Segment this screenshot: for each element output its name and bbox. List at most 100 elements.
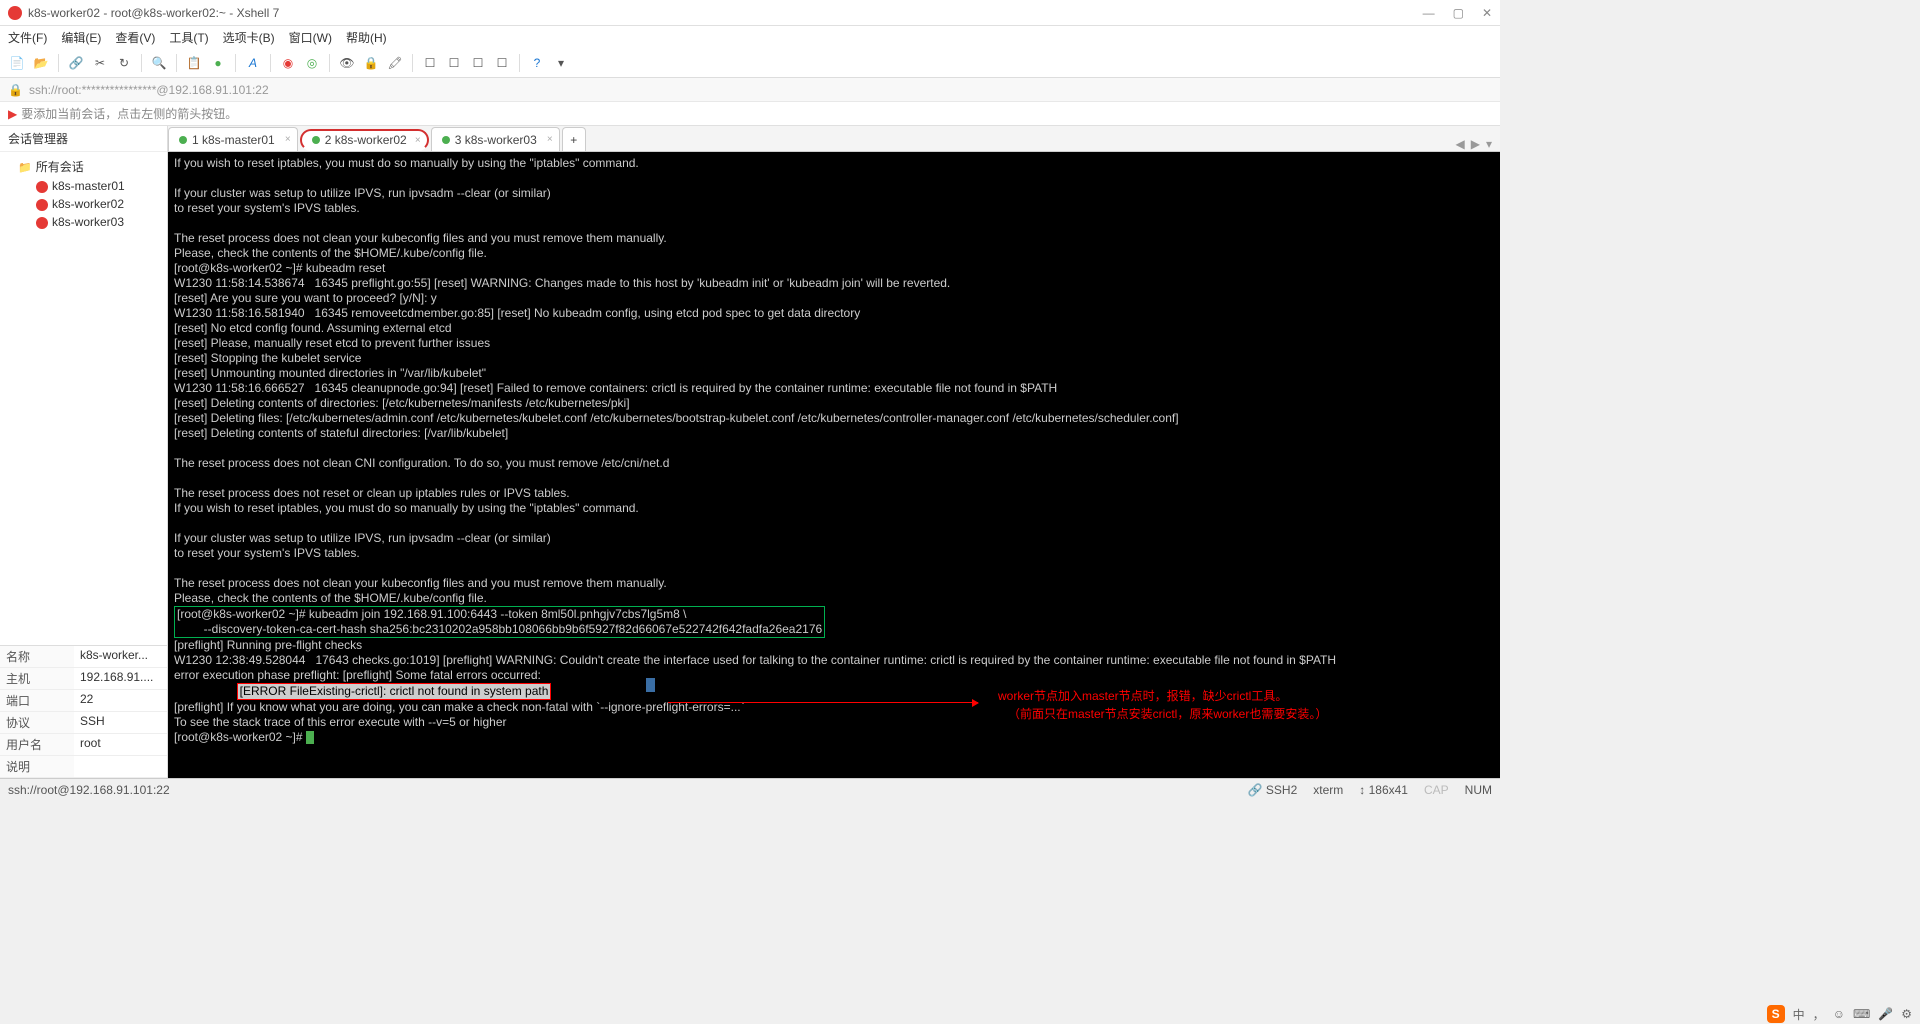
- prop-host-label: 主机: [0, 668, 74, 689]
- session-tree: 所有会话 k8s-master01 k8s-worker02 k8s-worke…: [0, 152, 167, 645]
- menu-tools[interactable]: 工具(T): [169, 29, 208, 46]
- status-size: ↕ 186x41: [1359, 783, 1408, 797]
- minimize-button[interactable]: —: [1423, 6, 1435, 20]
- ime-emoji-icon[interactable]: ☺: [1833, 1007, 1845, 1021]
- status-address: ssh://root@192.168.91.101:22: [8, 783, 170, 797]
- close-icon[interactable]: ×: [285, 134, 291, 145]
- annotation-arrow: [668, 702, 978, 703]
- tab-worker02[interactable]: 2 k8s-worker02×: [300, 129, 429, 151]
- selection-icon: [646, 678, 655, 692]
- ime-settings-icon[interactable]: ⚙: [1901, 1007, 1912, 1021]
- tree-root[interactable]: 所有会话: [0, 156, 167, 177]
- statusbar: ssh://root@192.168.91.101:22 🔗 SSH2 xter…: [0, 778, 1500, 800]
- host-icon: [36, 181, 48, 193]
- stop-icon[interactable]: ◎: [303, 54, 321, 72]
- tab-worker03[interactable]: 3 k8s-worker03×: [431, 127, 560, 151]
- prop-name-value: k8s-worker...: [74, 646, 167, 667]
- tab-master01[interactable]: 1 k8s-master01×: [168, 127, 298, 151]
- status-caps: CAP: [1424, 783, 1449, 797]
- ime-punct-icon[interactable]: ，: [1813, 1006, 1825, 1023]
- prop-user-value: root: [74, 734, 167, 755]
- address-text: ssh://root:****************@192.168.91.1…: [29, 83, 269, 97]
- menubar: 文件(F) 编辑(E) 查看(V) 工具(T) 选项卡(B) 窗口(W) 帮助(…: [0, 26, 1500, 48]
- tab-list-icon[interactable]: ▾: [1486, 137, 1492, 151]
- record-icon[interactable]: ◉: [279, 54, 297, 72]
- tab-bar: 1 k8s-master01× 2 k8s-worker02× 3 k8s-wo…: [168, 126, 1500, 152]
- copy-icon[interactable]: 📋: [185, 54, 203, 72]
- ime-mic-icon[interactable]: 🎤: [1878, 1007, 1893, 1021]
- prop-port-value: 22: [74, 690, 167, 711]
- prop-name-label: 名称: [0, 646, 74, 667]
- properties-panel: 名称k8s-worker... 主机192.168.91.... 端口22 协议…: [0, 645, 167, 778]
- error-box: [ERROR FileExisting-crictl]: crictl not …: [237, 683, 552, 700]
- status-ssh: 🔗 SSH2: [1248, 783, 1298, 797]
- flag-icon: ▶: [8, 107, 17, 121]
- reconnect-icon[interactable]: ↻: [115, 54, 133, 72]
- status-dot-icon: [442, 136, 450, 144]
- prop-desc-value: [74, 756, 167, 777]
- terminal[interactable]: If you wish to reset iptables, you must …: [168, 152, 1500, 778]
- dropdown-icon[interactable]: ▾: [552, 54, 570, 72]
- terminal-output: [preflight] If you know what you are doi…: [174, 700, 745, 744]
- status-term: xterm: [1313, 783, 1343, 797]
- lock-icon[interactable]: 🔒: [362, 54, 380, 72]
- menu-view[interactable]: 查看(V): [115, 29, 155, 46]
- close-icon[interactable]: ×: [547, 134, 553, 145]
- addressbar[interactable]: 🔒 ssh://root:****************@192.168.91…: [0, 78, 1500, 102]
- menu-window[interactable]: 窗口(W): [289, 29, 332, 46]
- menu-help[interactable]: 帮助(H): [346, 29, 387, 46]
- join-command-box: [root@k8s-worker02 ~]# kubeadm join 192.…: [174, 606, 825, 638]
- maximize-button[interactable]: ▢: [1453, 6, 1464, 20]
- ime-bar: S 中 ， ☺ ⌨ 🎤 ⚙: [1759, 1004, 1920, 1024]
- padlock-icon: 🔒: [8, 83, 23, 97]
- host-icon: [36, 217, 48, 229]
- layout2-icon[interactable]: ☐: [445, 54, 463, 72]
- prop-port-label: 端口: [0, 690, 74, 711]
- annotation-text: （前面只在master节点安装crictl，原来worker也需要安装。）: [1008, 706, 1327, 722]
- window-title: k8s-worker02 - root@k8s-worker02:~ - Xsh…: [28, 6, 1423, 20]
- tree-item-master01[interactable]: k8s-master01: [0, 177, 167, 195]
- layout3-icon[interactable]: ☐: [469, 54, 487, 72]
- ime-keyboard-icon[interactable]: ⌨: [1853, 1007, 1870, 1021]
- status-dot-icon: [312, 136, 320, 144]
- font-icon[interactable]: A: [244, 54, 262, 72]
- tab-prev-icon[interactable]: ◀: [1456, 137, 1465, 151]
- close-button[interactable]: ✕: [1482, 6, 1492, 20]
- sogou-ime-icon[interactable]: S: [1767, 1005, 1785, 1023]
- new-session-icon[interactable]: 📄: [8, 54, 26, 72]
- tab-next-icon[interactable]: ▶: [1471, 137, 1480, 151]
- disconnect-icon[interactable]: ✂: [91, 54, 109, 72]
- search-icon[interactable]: 🔍: [150, 54, 168, 72]
- menu-file[interactable]: 文件(F): [8, 29, 47, 46]
- app-logo-icon: [8, 6, 22, 20]
- status-num: NUM: [1465, 783, 1492, 797]
- new-tab-button[interactable]: +: [562, 127, 586, 151]
- help-icon[interactable]: ?: [528, 54, 546, 72]
- connect-icon[interactable]: 🔗: [67, 54, 85, 72]
- menu-edit[interactable]: 编辑(E): [61, 29, 101, 46]
- prop-proto-value: SSH: [74, 712, 167, 733]
- hint-text: 要添加当前会话，点击左侧的箭头按钮。: [21, 105, 237, 122]
- cursor-icon: [306, 731, 314, 744]
- ime-lang[interactable]: 中: [1793, 1006, 1805, 1023]
- find-icon[interactable]: 👁: [338, 54, 356, 72]
- tree-item-worker03[interactable]: k8s-worker03: [0, 213, 167, 231]
- prop-host-value: 192.168.91....: [74, 668, 167, 689]
- terminal-output: If you wish to reset iptables, you must …: [174, 156, 1179, 605]
- prop-proto-label: 协议: [0, 712, 74, 733]
- host-icon: [36, 199, 48, 211]
- prop-desc-label: 说明: [0, 756, 74, 777]
- toolbar: 📄 📂 🔗 ✂ ↻ 🔍 📋 ● A ◉ ◎ 👁 🔒 🖍 ☐ ☐ ☐ ☐ ? ▾: [0, 48, 1500, 78]
- paste-icon[interactable]: ●: [209, 54, 227, 72]
- open-icon[interactable]: 📂: [32, 54, 50, 72]
- close-icon[interactable]: ×: [415, 135, 421, 146]
- layout4-icon[interactable]: ☐: [493, 54, 511, 72]
- sidebar-title: 会话管理器: [0, 126, 167, 152]
- highlight-icon[interactable]: 🖍: [386, 54, 404, 72]
- menu-tab[interactable]: 选项卡(B): [223, 29, 275, 46]
- layout1-icon[interactable]: ☐: [421, 54, 439, 72]
- tree-item-worker02[interactable]: k8s-worker02: [0, 195, 167, 213]
- terminal-output: [preflight] Running pre-flight checks W1…: [174, 638, 1336, 682]
- annotation-text: worker节点加入master节点时，报错，缺少crictl工具。: [998, 688, 1287, 704]
- hintbar: ▶ 要添加当前会话，点击左侧的箭头按钮。: [0, 102, 1500, 126]
